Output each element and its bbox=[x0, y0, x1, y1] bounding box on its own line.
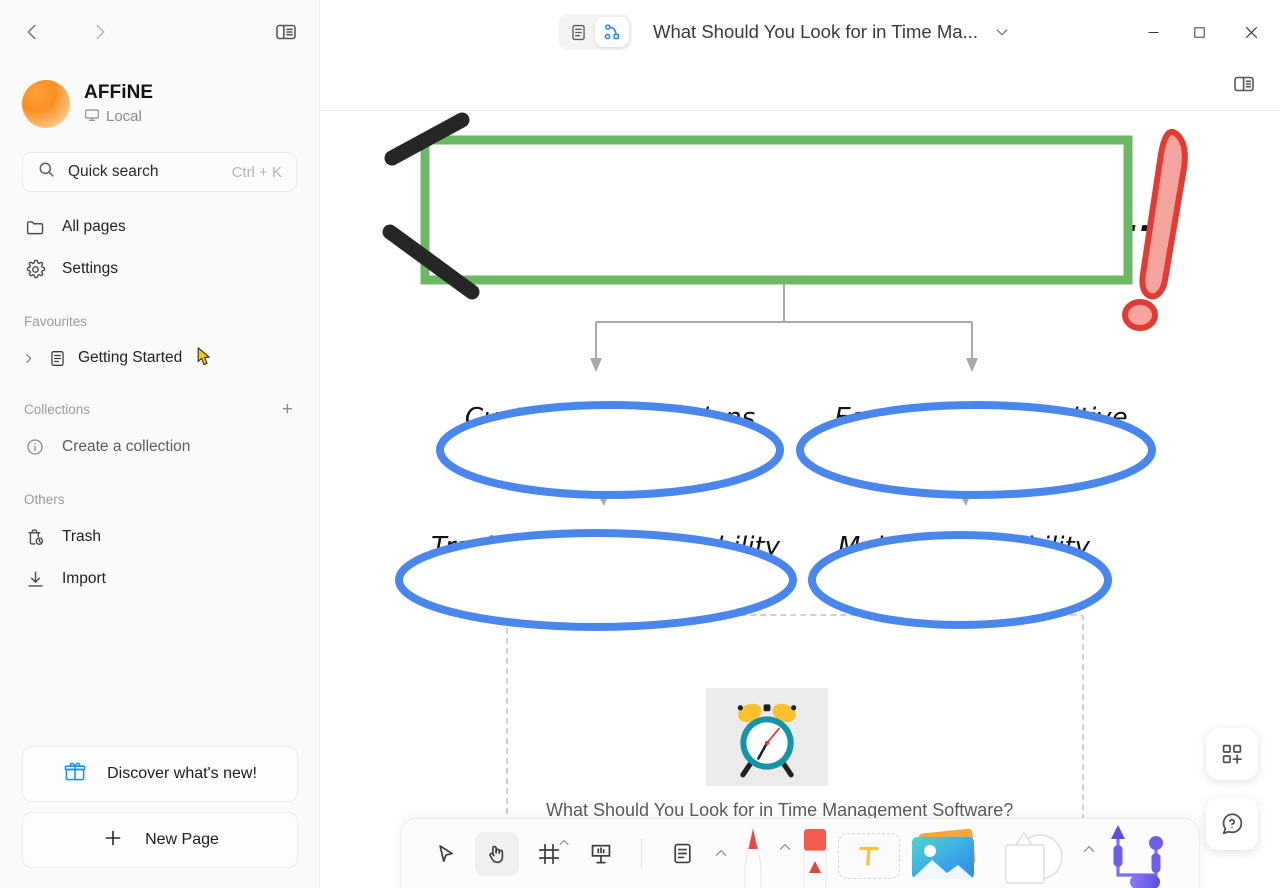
mouse-cursor-pointer-icon bbox=[197, 347, 213, 367]
workspace-status-label: Local bbox=[106, 108, 142, 125]
sidebar-item-label: Trash bbox=[62, 528, 102, 545]
document-title-text: What Should You Look for in Time Ma... bbox=[653, 21, 978, 42]
plus-icon bbox=[101, 826, 125, 855]
exclamation-mark bbox=[1122, 128, 1188, 331]
mindmap-nodes bbox=[395, 401, 1156, 631]
node-ellipse-4 bbox=[808, 531, 1112, 629]
help-button[interactable] bbox=[1206, 798, 1258, 850]
info-icon bbox=[24, 436, 46, 458]
document-title[interactable]: What Should You Look for in Time Ma... bbox=[653, 0, 1010, 64]
hand-tool-button[interactable] bbox=[475, 831, 519, 876]
sidebar-footer: Discover what's new! New Page bbox=[0, 746, 320, 868]
sidebar-item-label: Settings bbox=[62, 260, 119, 277]
new-page-label: New Page bbox=[145, 831, 219, 848]
maximize-button[interactable] bbox=[1176, 0, 1222, 64]
title-card bbox=[420, 135, 1133, 285]
sidebar-item-getting-started[interactable]: Getting Started bbox=[14, 338, 305, 378]
favourites-section-header: Favourites bbox=[0, 304, 319, 338]
trash-icon bbox=[24, 526, 46, 548]
add-collection-icon[interactable]: + bbox=[282, 400, 295, 419]
connector-tool-button[interactable] bbox=[1102, 823, 1172, 888]
search-icon bbox=[37, 160, 56, 184]
template-button[interactable] bbox=[1206, 728, 1258, 780]
toolbar-media-tools bbox=[728, 819, 1172, 888]
others-list: Trash Import bbox=[0, 516, 319, 600]
main-area: What Should You Look for in Time Ma... W… bbox=[320, 0, 1280, 888]
sidebar-item-create-collection[interactable]: Create a collection bbox=[14, 426, 305, 468]
frame-caret-icon[interactable] bbox=[558, 838, 570, 850]
gear-icon bbox=[24, 258, 46, 280]
collections-list: Create a collection bbox=[0, 426, 319, 468]
sidebar-primary-list: All pages Settings bbox=[0, 206, 319, 290]
back-arrow-icon[interactable] bbox=[18, 18, 46, 46]
download-icon bbox=[24, 568, 46, 590]
workspace-avatar bbox=[22, 80, 70, 128]
frame-tool-button[interactable] bbox=[527, 832, 571, 876]
text-tool-button[interactable] bbox=[838, 832, 900, 879]
sidebar-item-trash[interactable]: Trash bbox=[14, 516, 305, 558]
whiteboard-content bbox=[382, 112, 1188, 631]
node-ellipse-2 bbox=[796, 401, 1156, 499]
workspace-name: AFFiNE bbox=[84, 81, 154, 103]
edgeless-mode-button[interactable] bbox=[595, 17, 629, 47]
present-tool-button[interactable] bbox=[579, 832, 623, 876]
edgeless-toolbar bbox=[400, 818, 1200, 888]
node-ellipse-3 bbox=[395, 529, 797, 631]
sidebar-toggle-icon[interactable] bbox=[271, 17, 301, 47]
discover-label: Discover what's new! bbox=[107, 765, 257, 782]
window-controls bbox=[1130, 0, 1280, 64]
sidebar-item-label: All pages bbox=[62, 218, 126, 235]
workspace-selector[interactable]: AFFiNE Local bbox=[0, 72, 319, 128]
sidebar-item-label: Create a collection bbox=[62, 438, 191, 455]
app-window: AFFiNE Local Quick search Ctrl + K All p… bbox=[0, 0, 1280, 888]
others-title: Others bbox=[24, 491, 65, 507]
quick-search-label: Quick search bbox=[68, 163, 159, 180]
shape-caret-icon[interactable] bbox=[1082, 843, 1096, 857]
favourites-title: Favourites bbox=[24, 313, 88, 329]
pen-caret-icon[interactable] bbox=[778, 841, 792, 855]
new-page-button[interactable]: New Page bbox=[22, 812, 298, 868]
pen-tool-button[interactable] bbox=[736, 825, 770, 888]
select-tool-button[interactable] bbox=[423, 832, 467, 876]
mode-toggle-group bbox=[558, 14, 632, 50]
right-sidebar-toggle-icon[interactable] bbox=[1230, 70, 1258, 98]
page-mode-button[interactable] bbox=[561, 17, 595, 47]
document-header: What Should You Look for in Time Ma... bbox=[320, 0, 1280, 64]
quick-search-input[interactable]: Quick search Ctrl + K bbox=[22, 152, 297, 192]
quick-search-shortcut: Ctrl + K bbox=[231, 163, 282, 181]
note-tool-button[interactable] bbox=[660, 832, 704, 876]
image-tool-button[interactable] bbox=[906, 827, 984, 883]
discover-whats-new-button[interactable]: Discover what's new! bbox=[22, 746, 298, 802]
sidebar-item-settings[interactable]: Settings bbox=[14, 248, 305, 290]
sidebar-item-label: Import bbox=[62, 570, 106, 587]
chevron-down-icon[interactable] bbox=[994, 24, 1010, 40]
collections-section-header: Collections + bbox=[0, 392, 319, 426]
doc-icon bbox=[46, 347, 68, 369]
folder-icon bbox=[24, 216, 46, 238]
shape-tool-button[interactable] bbox=[990, 827, 1074, 885]
minimize-button[interactable] bbox=[1130, 0, 1176, 64]
sidebar-item-import[interactable]: Import bbox=[14, 558, 305, 600]
chevron-right-icon[interactable] bbox=[20, 352, 36, 365]
collections-title: Collections bbox=[24, 401, 91, 417]
workspace-status: Local bbox=[84, 107, 153, 127]
monitor-icon bbox=[84, 107, 100, 127]
sidebar-top-nav bbox=[0, 0, 319, 64]
toolbar-basic-tools bbox=[401, 831, 728, 876]
sidebar: AFFiNE Local Quick search Ctrl + K All p… bbox=[0, 0, 320, 888]
others-section-header: Others bbox=[0, 482, 319, 516]
forward-arrow-icon[interactable] bbox=[86, 18, 114, 46]
sidebar-item-all-pages[interactable]: All pages bbox=[14, 206, 305, 248]
sidebar-item-label: Getting Started bbox=[78, 349, 183, 366]
close-button[interactable] bbox=[1222, 0, 1280, 64]
toolbar-divider bbox=[641, 838, 642, 869]
gift-icon bbox=[63, 760, 87, 789]
edgeless-canvas[interactable]: Time Management Software Include... Cust… bbox=[320, 110, 1280, 888]
note-caret-icon[interactable] bbox=[714, 847, 728, 861]
node-ellipse-1 bbox=[436, 401, 784, 499]
eraser-tool-button[interactable] bbox=[798, 825, 832, 888]
